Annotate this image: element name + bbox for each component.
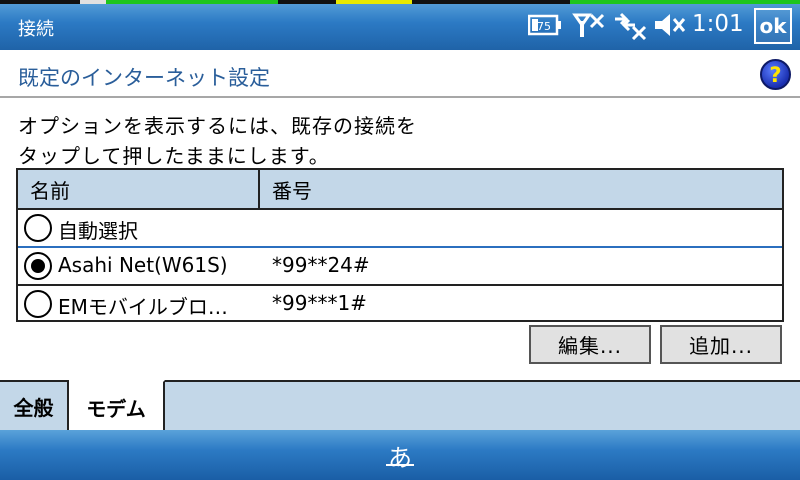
row-name: 自動選択: [58, 219, 138, 243]
row-number: *99**24#: [272, 253, 370, 277]
app-title: 接続: [18, 19, 54, 40]
tab-general[interactable]: 全般: [0, 380, 69, 432]
list-row-asahi-net[interactable]: Asahi Net(W61S) *99**24#: [18, 248, 782, 284]
signal-off-icon[interactable]: [570, 10, 606, 40]
page-header: 既定のインターネット設定 ?: [0, 50, 800, 98]
battery-icon[interactable]: 75: [528, 10, 564, 40]
tab-bar: 全般 モデム: [0, 380, 800, 432]
connection-list[interactable]: 名前 番号 自動選択 Asahi Net(W61S) *99**24# EMモバ…: [16, 168, 784, 322]
radio-button[interactable]: [24, 290, 52, 318]
row-number: *99***1#: [272, 291, 367, 315]
title-bar: 接続 75 1:01 ok: [0, 0, 800, 50]
instruction-line-2: タップして押したままにします。: [18, 144, 330, 168]
radio-button-selected[interactable]: [24, 252, 52, 280]
status-strip: [0, 0, 800, 4]
list-row-auto-select[interactable]: 自動選択: [18, 210, 782, 246]
row-name: Asahi Net(W61S): [58, 253, 228, 277]
input-method-underline: [386, 464, 414, 466]
list-header: 名前 番号: [18, 170, 782, 208]
column-header-name[interactable]: 名前: [18, 170, 260, 208]
instruction-line-1: オプションを表示するには、既存の接続を: [18, 114, 417, 138]
ok-button[interactable]: ok: [754, 8, 792, 44]
tab-modem[interactable]: モデム: [69, 380, 165, 432]
clock[interactable]: 1:01: [692, 11, 744, 37]
help-icon[interactable]: ?: [760, 59, 791, 90]
speaker-muted-icon[interactable]: [652, 10, 688, 40]
bottom-bar: あ: [0, 430, 800, 480]
input-method-button[interactable]: あ: [384, 435, 416, 475]
radio-button[interactable]: [24, 214, 52, 242]
row-name: EMモバイルブロ…: [58, 295, 228, 319]
page-title: 既定のインターネット設定: [18, 66, 270, 90]
column-header-number[interactable]: 番号: [260, 170, 782, 208]
add-button[interactable]: 追加...: [660, 325, 782, 364]
list-row-em-mobile[interactable]: EMモバイルブロ… *99***1#: [18, 286, 782, 322]
battery-level-text: 75: [537, 20, 551, 33]
connection-off-icon[interactable]: [612, 10, 648, 40]
edit-button[interactable]: 編集...: [529, 325, 651, 364]
